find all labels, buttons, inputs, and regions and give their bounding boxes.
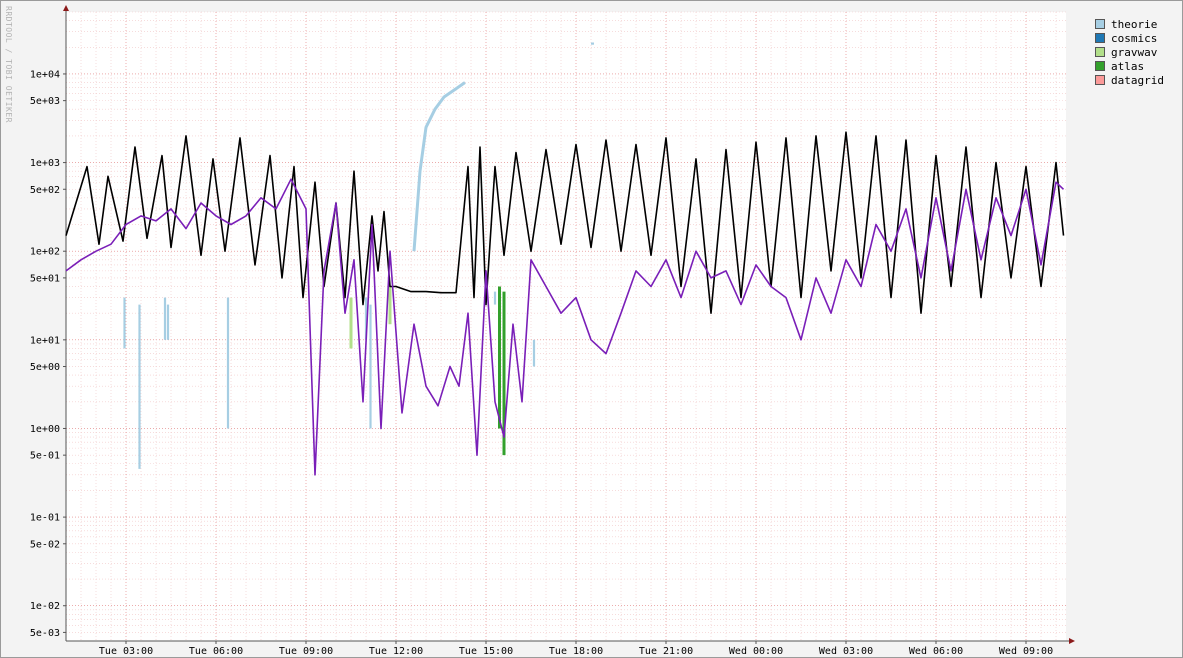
y-tick-label: 5e+00 xyxy=(30,362,60,373)
legend-label: cosmics xyxy=(1111,31,1158,45)
x-tick-label: Tue 03:00 xyxy=(99,646,153,657)
x-tick-label: Tue 09:00 xyxy=(279,646,333,657)
legend-swatch xyxy=(1095,19,1105,29)
x-tick-label: Wed 06:00 xyxy=(909,646,963,657)
legend-label: datagrid xyxy=(1111,73,1164,87)
y-tick-label: 5e-02 xyxy=(30,539,60,550)
legend-label: atlas xyxy=(1111,59,1145,73)
y-tick-label: 5e-03 xyxy=(30,628,60,639)
y-tick-label: 1e+01 xyxy=(30,335,60,346)
y-tick-label: 1e+02 xyxy=(30,247,60,258)
legend-swatch xyxy=(1095,61,1105,71)
legend-label: theorie xyxy=(1111,17,1158,31)
y-tick-label: 1e+03 xyxy=(30,158,60,169)
x-tick-label: Wed 03:00 xyxy=(819,646,873,657)
legend: theorie cosmics gravwav atlas datagrid xyxy=(1095,17,1164,87)
legend-item: datagrid xyxy=(1095,73,1164,87)
x-tick-label: Wed 09:00 xyxy=(999,646,1053,657)
y-tick-label: 5e+02 xyxy=(30,185,60,196)
legend-swatch xyxy=(1095,47,1105,57)
y-tick-label: 1e-01 xyxy=(30,513,60,524)
legend-item: atlas xyxy=(1095,59,1164,73)
legend-label: gravwav xyxy=(1111,45,1158,59)
x-tick-label: Tue 21:00 xyxy=(639,646,693,657)
x-axis-arrow xyxy=(1069,638,1075,644)
x-tick-label: Tue 06:00 xyxy=(189,646,243,657)
x-tick-label: Wed 00:00 xyxy=(729,646,783,657)
y-tick-label: 5e+01 xyxy=(30,273,60,284)
y-tick-label: 1e-02 xyxy=(30,601,60,612)
legend-item: theorie xyxy=(1095,17,1164,31)
legend-item: cosmics xyxy=(1095,31,1164,45)
x-tick-label: Tue 15:00 xyxy=(459,646,513,657)
legend-item: gravwav xyxy=(1095,45,1164,59)
legend-swatch xyxy=(1095,75,1105,85)
y-tick-label: 1e+04 xyxy=(30,69,60,80)
y-tick-label: 5e-01 xyxy=(30,451,60,462)
y-tick-label: 5e+03 xyxy=(30,96,60,107)
x-tick-label: Tue 12:00 xyxy=(369,646,423,657)
chart: 1e+04 5e+03 1e+03 5e+02 1e+02 5e+01 1e+01 5e+00… xyxy=(30,5,1075,657)
legend-swatch xyxy=(1095,33,1105,43)
x-tick-label: Tue 18:00 xyxy=(549,646,603,657)
y-axis-arrow xyxy=(63,5,69,11)
y-tick-label: 1e+00 xyxy=(30,424,60,435)
